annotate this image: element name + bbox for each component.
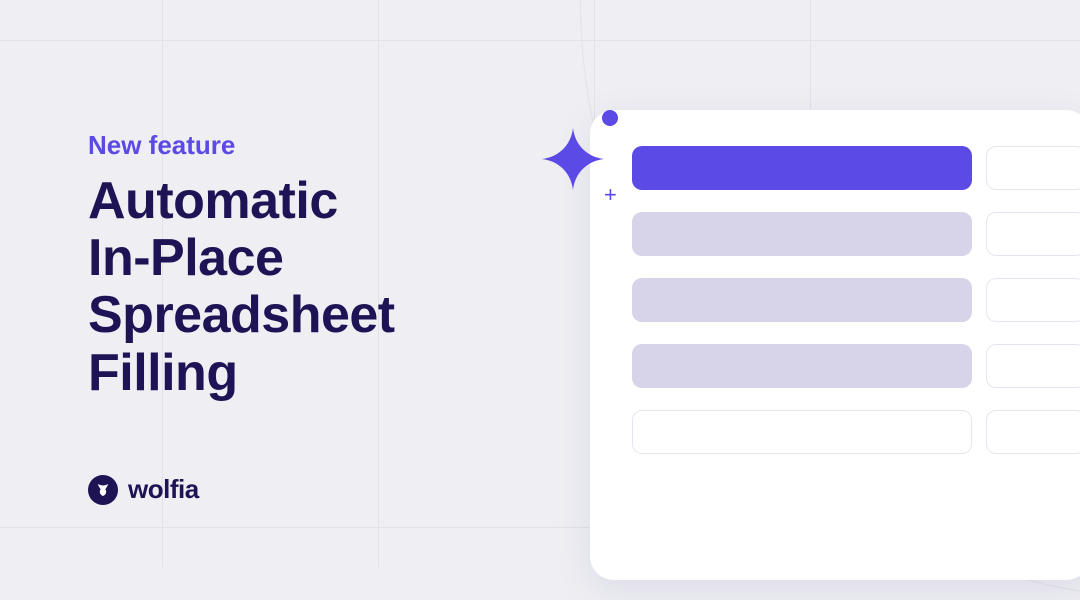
brand-lockup: wolfia [88,474,199,505]
sparkle-dot-icon [602,110,618,126]
spreadsheet-cell [986,212,1080,256]
spreadsheet-cell-filled [632,278,972,322]
spreadsheet-row [632,278,1080,322]
spreadsheet-illustration [590,110,1080,580]
spreadsheet-cell-filled [632,212,972,256]
headline: Automatic In-Place Spreadsheet Filling [88,173,395,402]
headline-block: New feature Automatic In-Place Spreadshe… [88,130,395,402]
headline-line: Automatic [88,173,395,230]
brand-name: wolfia [128,474,199,505]
spreadsheet-cell [632,410,972,454]
spreadsheet-cell [986,344,1080,388]
headline-line: Filling [88,345,395,402]
sparkle-star-icon [542,128,604,190]
wolfia-logo-icon [88,475,118,505]
spreadsheet-cell [986,278,1080,322]
spreadsheet-cell [986,146,1080,190]
spreadsheet-cell-filled [632,344,972,388]
sparkle-icon: + [542,110,632,220]
sparkle-plus-icon: + [604,182,617,208]
headline-line: Spreadsheet [88,287,395,344]
spreadsheet-cell-active [632,146,972,190]
eyebrow-label: New feature [88,130,395,161]
spreadsheet-cell [986,410,1080,454]
headline-line: In-Place [88,230,395,287]
spreadsheet-row [632,344,1080,388]
spreadsheet-row [632,410,1080,454]
spreadsheet-row [632,146,1080,190]
spreadsheet-row [632,212,1080,256]
